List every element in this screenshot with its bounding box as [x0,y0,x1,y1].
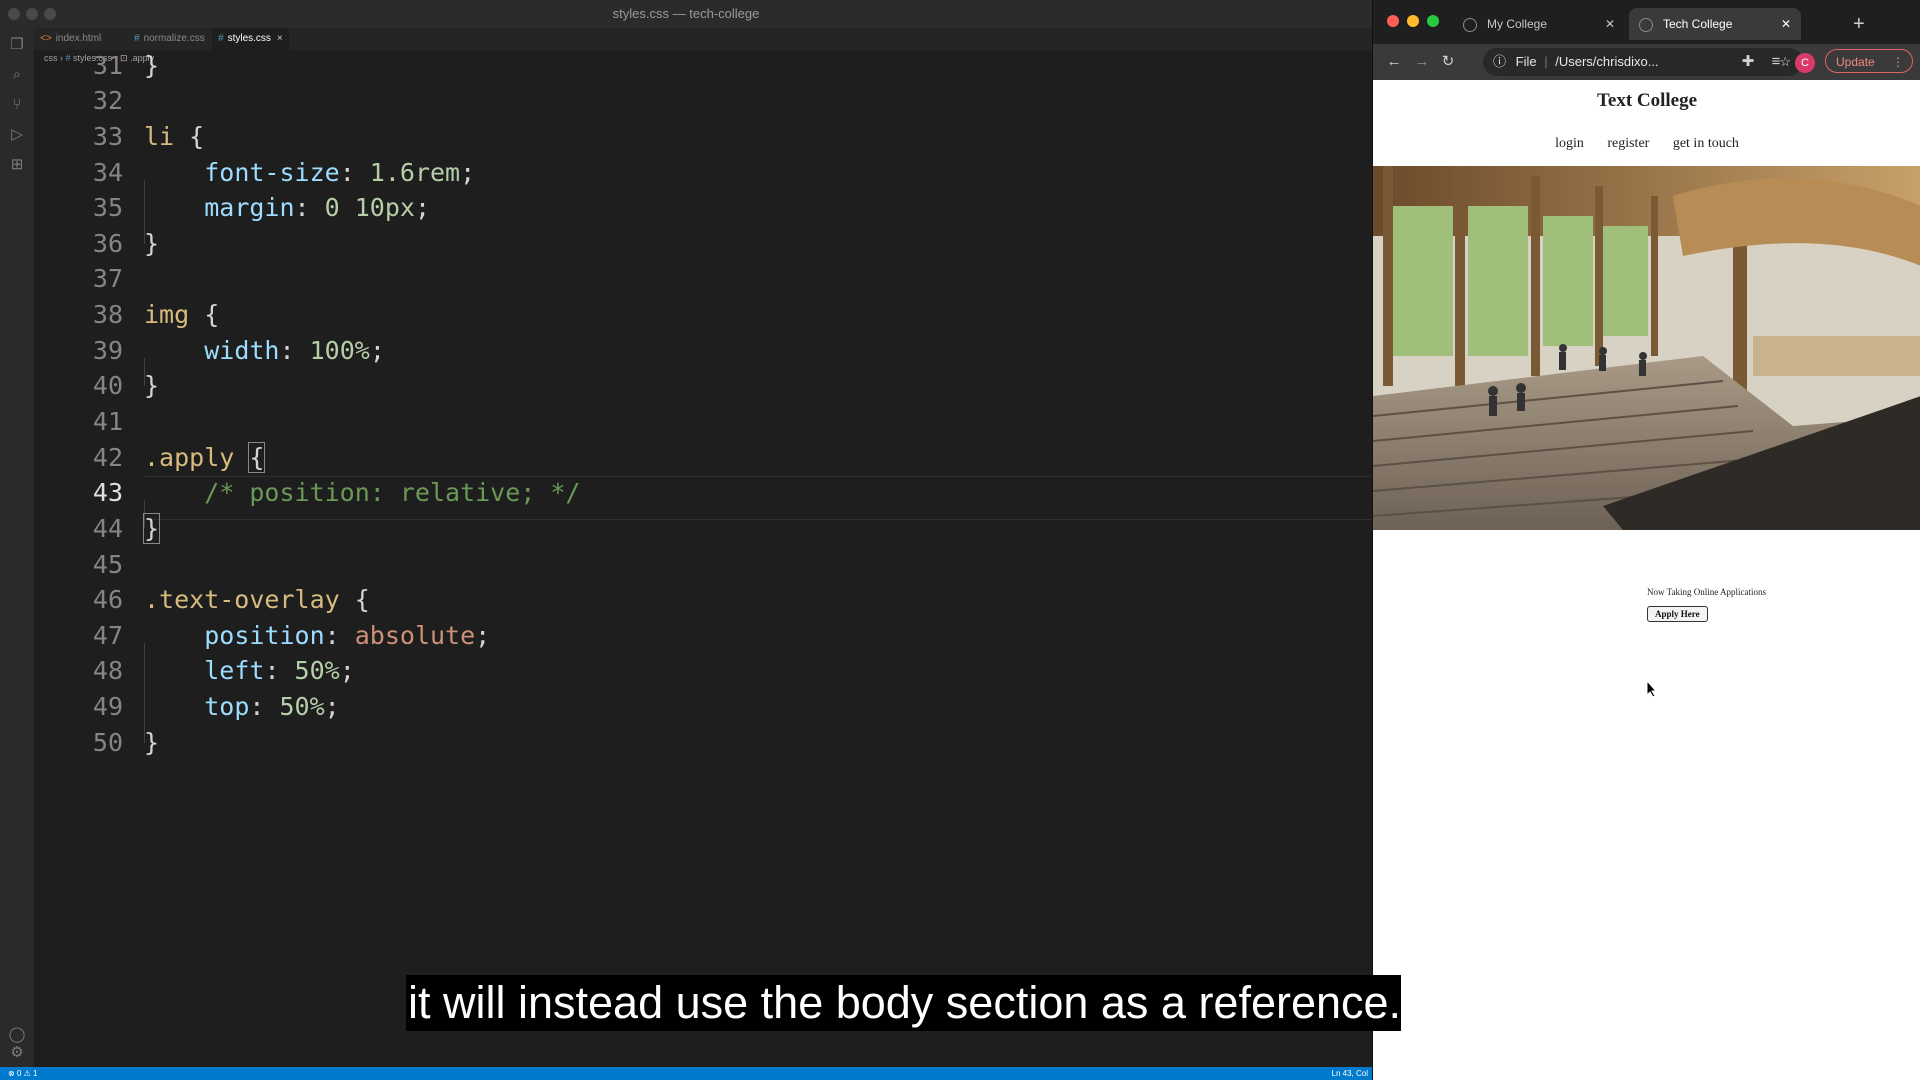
window-zoom-button[interactable] [1427,15,1439,27]
vscode-window: styles.css — tech-college ❐ ⌕ ⑂ ▷ ⊞ ◯ ⚙ … [0,0,1372,1080]
status-bar: ⊗ 0 ⚠ 1 Ln 43, Col [0,1067,1372,1080]
update-button[interactable]: Update ⋮ [1825,49,1913,73]
browser-toolbar: ← → ↻ ⓘ File | /Users/chrisdixo... ☆ ✚ ≡… [1373,44,1920,80]
tab-label: styles.css [227,33,271,44]
search-icon[interactable]: ⌕ [8,66,26,84]
tab-styles-css[interactable]: # styles.css × [212,28,289,50]
nav-link-get-in-touch[interactable]: get in touch [1673,136,1739,151]
address-divider: | [1544,54,1548,69]
info-icon[interactable]: ⓘ [1493,54,1506,69]
reading-list-icon[interactable]: ≡ [1765,50,1787,74]
apply-text: Now Taking Online Applications [1647,587,1766,597]
code-line-comment: /* position: relative; */ [144,478,581,507]
html-file-icon: <> [40,33,52,44]
tab-label: My College [1487,17,1548,31]
close-icon[interactable]: ✕ [1781,8,1791,40]
code-line: } [144,51,160,80]
globe-icon [1463,17,1477,32]
hero-image [1373,166,1920,530]
window-minimize-button[interactable] [1407,15,1419,27]
activity-bar: ❐ ⌕ ⑂ ▷ ⊞ ◯ ⚙ [0,28,34,1067]
web-page: Text College login register get in touch [1373,80,1920,1080]
breadcrumb: css › # styles.css › ⊡ .apply [44,53,155,63]
video-caption: it will instead use the body section as … [406,975,1402,1031]
site-nav: login register get in touch [1373,136,1920,152]
browser-tab-strip: My College ✕ Tech College ✕ + [1373,0,1920,44]
account-icon[interactable]: ◯ [8,1026,26,1044]
window-close-button[interactable] [1387,15,1399,27]
code-line: } [142,513,161,544]
update-label: Update [1836,55,1875,69]
browser-tab-tech-college[interactable]: Tech College ✕ [1629,8,1801,40]
problems-count[interactable]: ⊗ 0 ⚠ 1 [8,1069,37,1078]
vscode-titlebar: styles.css — tech-college [0,0,1372,29]
tab-label: Tech College [1663,17,1733,31]
more-menu-icon[interactable]: ⋮ [1892,50,1904,74]
new-tab-button[interactable]: + [1853,10,1865,38]
css-file-icon: # [134,33,140,44]
tab-label: normalize.css [143,33,205,44]
browser-window: My College ✕ Tech College ✕ + ← → ↻ ⓘ File… [1372,0,1920,1080]
mouse-cursor-icon [1646,680,1658,698]
code-editor[interactable]: 31 } 32 33 li { 34 font-size: 1.6rem; 35… [34,51,1372,1066]
code-line: top: 50%; [204,692,340,721]
globe-icon [1639,17,1653,32]
close-icon[interactable]: × [277,33,283,44]
page-title: Text College [1596,90,1698,111]
css-file-icon: # [218,33,224,44]
tab-normalize-css[interactable]: # normalize.css [128,28,211,50]
line-number: 50 [92,728,123,757]
cursor-position[interactable]: Ln 43, Col [1332,1067,1368,1080]
apply-here-button[interactable]: Apply Here [1647,606,1708,622]
source-control-icon[interactable]: ⑂ [8,96,26,114]
extensions-puzzle-icon[interactable]: ✚ [1737,50,1759,74]
reload-icon[interactable]: ↻ [1437,50,1459,74]
code-line: margin: 0 10px; [204,193,431,222]
code-selector: li [144,122,175,151]
code-line: } [144,371,160,400]
address-scheme: File [1515,54,1537,69]
manage-gear-icon[interactable]: ⚙ [8,1044,26,1062]
code-line: } [144,229,160,258]
profile-avatar[interactable]: C [1795,53,1815,73]
nav-link-register[interactable]: register [1607,136,1649,151]
breadcrumb-folder[interactable]: css [44,53,58,63]
forward-arrow-icon[interactable]: → [1411,50,1433,74]
nav-link-login[interactable]: login [1555,136,1584,151]
back-arrow-icon[interactable]: ← [1383,50,1405,74]
window-title: styles.css — tech-college [612,6,760,21]
close-icon[interactable]: ✕ [1605,8,1615,40]
browser-tab-my-college[interactable]: My College ✕ [1453,8,1625,40]
editor-tabs: <> index.html # normalize.css # styles.css × [34,28,1372,50]
extensions-icon[interactable]: ⊞ [8,156,26,174]
run-debug-icon[interactable]: ▷ [8,126,26,144]
address-path: /Users/chrisdixo... [1555,54,1659,69]
tab-label: index.html [55,33,102,44]
explorer-icon[interactable]: ❐ [8,36,26,54]
code-line: width: 100%; [204,336,385,365]
code-line: } [144,728,160,757]
